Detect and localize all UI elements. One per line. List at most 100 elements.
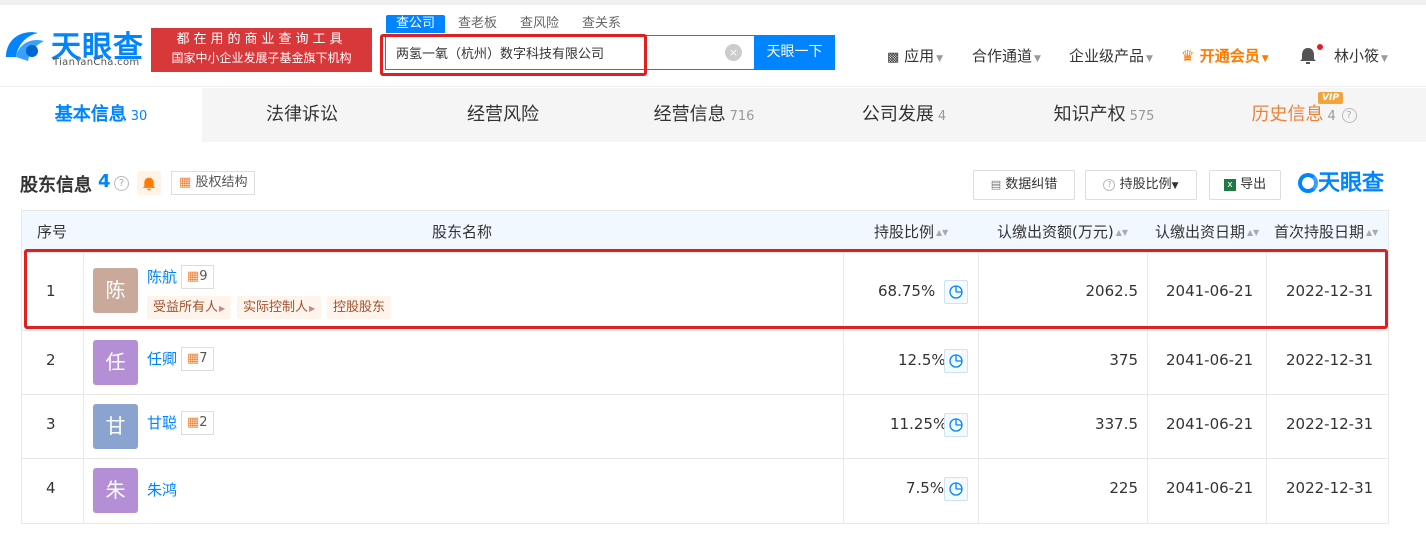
first-holding-date: 2022-12-31 bbox=[1286, 351, 1374, 369]
pie-chart-icon[interactable] bbox=[944, 280, 968, 304]
avatar[interactable]: 朱 bbox=[93, 468, 138, 513]
site-header: 天眼查 TianYanCha.com 都在用的商业查询工具 国家中小企业发展子基… bbox=[0, 5, 1426, 87]
col-date[interactable]: 认缴出资日期 ▲▼ bbox=[1155, 211, 1259, 253]
chevron-down-icon: ▼ bbox=[936, 54, 944, 64]
col-index: 序号 bbox=[37, 223, 68, 241]
tab-ip[interactable]: 知识产权 575 bbox=[1004, 88, 1204, 142]
nav-apps[interactable]: ▩ 应用 ▼ bbox=[887, 45, 943, 67]
monitor-bell-icon[interactable] bbox=[137, 171, 161, 195]
bell-icon[interactable] bbox=[1299, 46, 1317, 66]
search-tab-relation[interactable]: 查关系 bbox=[582, 15, 621, 33]
col-ratio-label: 持股比例 bbox=[874, 223, 935, 241]
slogan-banner: 都在用的商业查询工具 国家中小企业发展子基金旗下机构 bbox=[151, 28, 372, 72]
brand-text: 天眼查 bbox=[1318, 171, 1385, 196]
avatar[interactable]: 甘 bbox=[93, 404, 138, 449]
caret-right-icon: ▶ bbox=[309, 304, 316, 313]
tag-label: 受益所有人 bbox=[153, 300, 219, 315]
tree-icon: ▦ bbox=[179, 175, 192, 190]
nav-user[interactable]: 林小筱 ▼ bbox=[1334, 45, 1388, 67]
avatar[interactable]: 陈 bbox=[93, 268, 138, 313]
search-input[interactable] bbox=[386, 36, 716, 69]
shareholder-name[interactable]: 朱鸿 bbox=[147, 479, 177, 500]
chevron-down-icon: ▼ bbox=[1146, 54, 1153, 64]
chevron-down-icon: ▼ bbox=[1034, 54, 1041, 64]
shareholder-name[interactable]: 任卿 bbox=[147, 348, 177, 369]
data-correction-label: 数据纠错 bbox=[1005, 177, 1058, 192]
nav-partner[interactable]: 合作通道 ▼ bbox=[972, 45, 1041, 67]
avatar[interactable]: 任 bbox=[93, 340, 138, 385]
caret-right-icon: ▶ bbox=[219, 304, 226, 313]
chevron-down-icon: ▼ bbox=[1261, 54, 1269, 64]
col-first-date[interactable]: 首次持股日期 ▲▼ bbox=[1274, 211, 1378, 253]
tab-count: 4 bbox=[937, 109, 947, 124]
search-tab-risk[interactable]: 查风险 bbox=[520, 15, 559, 33]
subscribed-date: 2041-06-21 bbox=[1166, 351, 1254, 369]
tab-history[interactable]: 历史信息 4 ? bbox=[1204, 88, 1404, 142]
related-count: 7 bbox=[199, 351, 208, 366]
tab-label: 公司发展 bbox=[861, 104, 934, 125]
tree-icon: ▦ bbox=[187, 351, 200, 366]
row-index: 4 bbox=[46, 479, 56, 497]
tab-operation[interactable]: 经营信息 716 bbox=[604, 88, 804, 142]
logo-subtext: TianYanCha.com bbox=[53, 57, 140, 68]
brand-eye-icon bbox=[1298, 173, 1318, 193]
nav-enterprise[interactable]: 企业级产品 ▼ bbox=[1069, 45, 1153, 67]
notification-dot bbox=[1317, 44, 1323, 50]
tab-risk[interactable]: 经营风险 bbox=[402, 88, 604, 142]
logo[interactable]: 天眼查 TianYanCha.com bbox=[2, 25, 147, 71]
row-index: 2 bbox=[46, 351, 56, 369]
ratio-filter-label: 持股比例 bbox=[1119, 177, 1172, 192]
tag-label: 控股股东 bbox=[333, 300, 386, 315]
table-row: 2 任 任卿 ▦7 12.5% 375 2041-06-21 2022-12-3… bbox=[22, 331, 1388, 395]
nav-partner-label: 合作通道 bbox=[972, 47, 1033, 65]
help-icon: ? bbox=[1103, 178, 1116, 191]
data-correction-button[interactable]: ▤ 数据纠错 bbox=[973, 170, 1075, 200]
chevron-down-icon: ▼ bbox=[1381, 54, 1388, 64]
help-icon[interactable]: ? bbox=[1341, 107, 1357, 123]
vip-badge: VIP bbox=[1318, 92, 1343, 104]
related-count-badge[interactable]: ▦2 bbox=[181, 411, 214, 435]
brand-watermark: 天眼查 bbox=[1298, 170, 1384, 198]
sort-icon: ▲▼ bbox=[936, 227, 949, 237]
first-holding-date: 2022-12-31 bbox=[1286, 282, 1374, 300]
subscribed-amount: 225 bbox=[1109, 479, 1138, 497]
clear-icon[interactable]: × bbox=[725, 44, 742, 61]
col-ratio[interactable]: 持股比例 ▲▼ bbox=[874, 211, 948, 253]
first-holding-date: 2022-12-31 bbox=[1286, 415, 1374, 433]
search-button[interactable]: 天眼一下 bbox=[754, 35, 835, 70]
subscribed-date: 2041-06-21 bbox=[1166, 282, 1254, 300]
chevron-down-icon: ▼ bbox=[1171, 181, 1179, 191]
tab-basic-info[interactable]: 基本信息 30 bbox=[0, 88, 202, 142]
related-count-badge[interactable]: ▦7 bbox=[181, 347, 214, 371]
shareholder-table: 序号 股东名称 持股比例 ▲▼ 认缴出资额(万元) ▲▼ 认缴出资日期 ▲▼ 首次持股… bbox=[21, 210, 1389, 524]
tab-development[interactable]: 公司发展 4 bbox=[804, 88, 1004, 142]
tab-label: 经营风险 bbox=[467, 104, 539, 125]
tree-icon: ▦ bbox=[187, 415, 200, 430]
shareholder-name[interactable]: 陈航 bbox=[147, 266, 177, 287]
search-tab-company[interactable]: 查公司 bbox=[386, 15, 446, 33]
subscribed-date: 2041-06-21 bbox=[1166, 415, 1254, 433]
pie-chart-icon[interactable] bbox=[944, 413, 968, 437]
pie-chart-icon[interactable] bbox=[944, 349, 968, 373]
search-tab-boss[interactable]: 查老板 bbox=[458, 15, 497, 33]
export-button[interactable]: x 导出 bbox=[1209, 170, 1281, 200]
nav-apps-label: 应用 bbox=[904, 47, 935, 65]
tag-actual-controller[interactable]: 实际控制人▶ bbox=[237, 296, 322, 319]
related-count-badge[interactable]: ▦9 bbox=[181, 265, 214, 289]
tag-beneficial-owner[interactable]: 受益所有人▶ bbox=[147, 296, 232, 319]
nav-vip[interactable]: ♛ 开通会员 ▼ bbox=[1181, 45, 1269, 67]
shareholder-name[interactable]: 甘聪 bbox=[147, 412, 177, 433]
ratio-filter-button[interactable]: ? 持股比例▼ bbox=[1085, 170, 1197, 200]
table-row: 3 甘 甘聪 ▦2 11.25% 337.5 2041-06-21 2022-1… bbox=[22, 395, 1388, 459]
equity-structure-button[interactable]: ▦ 股权结构 bbox=[171, 171, 256, 195]
tab-label: 基本信息 bbox=[54, 104, 127, 125]
col-amount[interactable]: 认缴出资额(万元) ▲▼ bbox=[997, 211, 1128, 253]
company-tabs: 基本信息 30 法律诉讼 经营风险 经营信息 716 公司发展 4 知识产权 575 历… bbox=[0, 88, 1426, 142]
tab-legal[interactable]: 法律诉讼 bbox=[202, 88, 402, 142]
help-icon[interactable]: ? bbox=[114, 176, 129, 191]
tag-label: 实际控制人 bbox=[243, 300, 309, 315]
nav-vip-label: 开通会员 bbox=[1199, 47, 1260, 65]
pie-chart-icon[interactable] bbox=[944, 477, 968, 501]
tab-count: 716 bbox=[729, 109, 755, 124]
document-icon: ▤ bbox=[990, 178, 1002, 191]
